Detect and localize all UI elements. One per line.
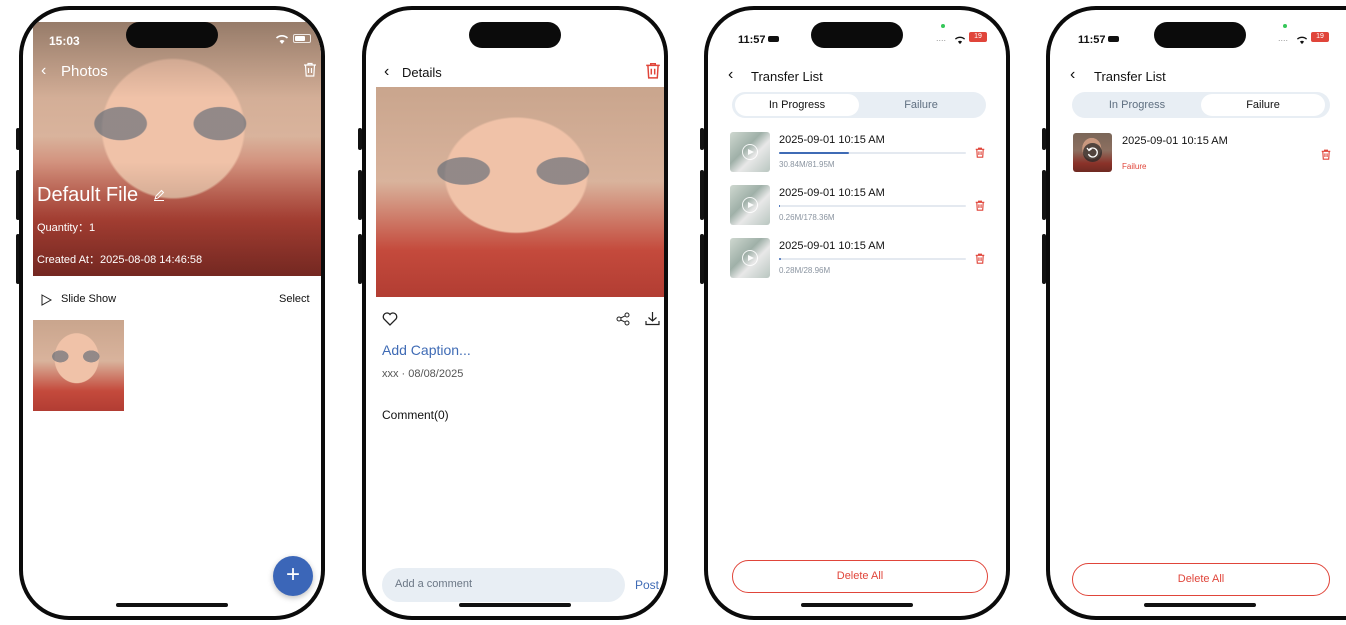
- add-fab-button[interactable]: +: [273, 556, 313, 596]
- wifi-icon: [275, 32, 289, 50]
- transfer-size: 0.28M/28.96M: [779, 266, 831, 275]
- battery-icon: 19: [1311, 32, 1329, 42]
- tab-failure[interactable]: Failure: [859, 94, 983, 116]
- share-icon[interactable]: [616, 312, 630, 331]
- failed-thumbnail: [1073, 133, 1112, 172]
- video-thumbnail: [730, 238, 770, 278]
- car-icon: [768, 36, 779, 42]
- transfer-size: 30.84M/81.95M: [779, 160, 835, 169]
- battery-icon: 19: [969, 32, 987, 42]
- tab-failure[interactable]: Failure: [1201, 94, 1325, 116]
- delete-item-icon[interactable]: [975, 251, 985, 269]
- edit-pencil-icon[interactable]: [153, 188, 165, 206]
- transfer-item: 2025-09-01 10:15 AM 0.26M/178.36M: [730, 185, 992, 229]
- status-time: 15:03: [49, 34, 80, 48]
- detail-photo[interactable]: [376, 87, 664, 297]
- back-chevron-icon[interactable]: ‹: [41, 62, 46, 80]
- delete-all-button[interactable]: Delete All: [732, 560, 988, 593]
- transfer-date: 2025-09-01 10:15 AM: [779, 134, 885, 146]
- mic-indicator-icon: [941, 24, 945, 28]
- heart-icon[interactable]: [382, 312, 398, 331]
- dynamic-island: [469, 22, 561, 48]
- progress-fill: [779, 205, 780, 207]
- transfer-date: 2025-09-01 10:15 AM: [779, 187, 885, 199]
- dynamic-island: [811, 22, 903, 48]
- delete-item-icon[interactable]: [975, 198, 985, 216]
- page-title: Transfer List: [1094, 69, 1166, 84]
- delete-all-button[interactable]: Delete All: [1072, 563, 1330, 596]
- phone-screen-album: 15:03 ‹ Photos Default File Quantity：1 C…: [19, 6, 325, 620]
- trash-icon[interactable]: [645, 62, 661, 84]
- transfer-tabs: In Progress Failure: [1072, 92, 1330, 118]
- download-icon[interactable]: [645, 311, 660, 331]
- retry-icon[interactable]: [1083, 143, 1102, 162]
- status-time: 11:57: [738, 34, 766, 46]
- dynamic-island: [126, 22, 218, 48]
- photo-meta: xxx · 08/08/2025: [382, 368, 464, 380]
- back-chevron-icon[interactable]: ‹: [1070, 66, 1075, 84]
- tab-in-progress[interactable]: In Progress: [1075, 94, 1199, 116]
- progress-bar: [779, 258, 966, 260]
- dynamic-island: [1154, 22, 1246, 48]
- photo-thumbnail[interactable]: [33, 320, 124, 411]
- progress-bar: [779, 152, 966, 154]
- phone-screen-transfer-failure: 11:57 .... 19 ‹ Transfer List In Progres…: [1046, 6, 1346, 620]
- transfer-item: 2025-09-01 10:15 AM Failure: [1072, 132, 1334, 176]
- mic-indicator-icon: [1283, 24, 1287, 28]
- progress-fill: [779, 258, 781, 260]
- phone-screen-details: ‹ Details Add Caption... xxx · 08/08/202…: [362, 6, 668, 620]
- comments-count: Comment(0): [382, 408, 449, 422]
- transfer-date: 2025-09-01 10:15 AM: [779, 240, 885, 252]
- video-thumbnail: [730, 185, 770, 225]
- page-title: Transfer List: [751, 69, 823, 84]
- album-quantity: Quantity：1: [37, 222, 96, 234]
- tab-in-progress[interactable]: In Progress: [735, 94, 859, 116]
- home-indicator: [459, 603, 571, 607]
- phone-screen-transfer-progress: 11:57 .... 19 ‹ Transfer List In Progres…: [704, 6, 1010, 620]
- home-indicator: [801, 603, 913, 607]
- slide-show-button[interactable]: Slide Show: [61, 293, 116, 305]
- battery-icon: [293, 34, 311, 43]
- progress-bar: [779, 205, 966, 207]
- home-indicator: [116, 603, 228, 607]
- status-time: 11:57: [1078, 34, 1106, 46]
- transfer-item: 2025-09-01 10:15 AM 30.84M/81.95M: [730, 132, 992, 176]
- comment-placeholder: Add a comment: [395, 578, 473, 590]
- album-created-at: Created At：2025-08-08 14:46:58: [37, 254, 203, 266]
- home-indicator: [1144, 603, 1256, 607]
- add-caption-link[interactable]: Add Caption...: [382, 342, 471, 358]
- back-chevron-icon[interactable]: ‹: [384, 63, 389, 81]
- transfer-date: 2025-09-01 10:15 AM: [1122, 135, 1228, 147]
- progress-fill: [779, 152, 849, 154]
- album-title: Default File: [37, 184, 139, 206]
- play-icon: [742, 144, 758, 160]
- delete-item-icon[interactable]: [975, 145, 985, 163]
- signal-icon: ....: [936, 33, 947, 43]
- play-outline-icon[interactable]: [41, 293, 53, 311]
- delete-item-icon[interactable]: [1321, 147, 1331, 165]
- back-chevron-icon[interactable]: ‹: [728, 66, 733, 84]
- transfer-size: 0.26M/178.36M: [779, 213, 835, 222]
- select-button[interactable]: Select: [279, 293, 310, 305]
- comment-input[interactable]: Add a comment: [382, 568, 625, 602]
- transfer-tabs: In Progress Failure: [732, 92, 986, 118]
- play-icon: [742, 197, 758, 213]
- back-button-label[interactable]: Photos: [61, 63, 108, 80]
- transfer-item: 2025-09-01 10:15 AM 0.28M/28.96M: [730, 238, 992, 282]
- album-cover-photo: [33, 22, 321, 276]
- video-thumbnail: [730, 132, 770, 172]
- car-icon: [1108, 36, 1119, 42]
- play-icon: [742, 250, 758, 266]
- plus-icon: +: [285, 561, 300, 588]
- wifi-icon: [1296, 32, 1308, 50]
- signal-icon: ....: [1278, 33, 1289, 43]
- wifi-icon: [954, 32, 966, 50]
- failure-status: Failure: [1122, 162, 1147, 171]
- back-button-label[interactable]: Details: [402, 65, 442, 80]
- post-button[interactable]: Post: [635, 578, 659, 592]
- trash-icon[interactable]: [303, 62, 317, 82]
